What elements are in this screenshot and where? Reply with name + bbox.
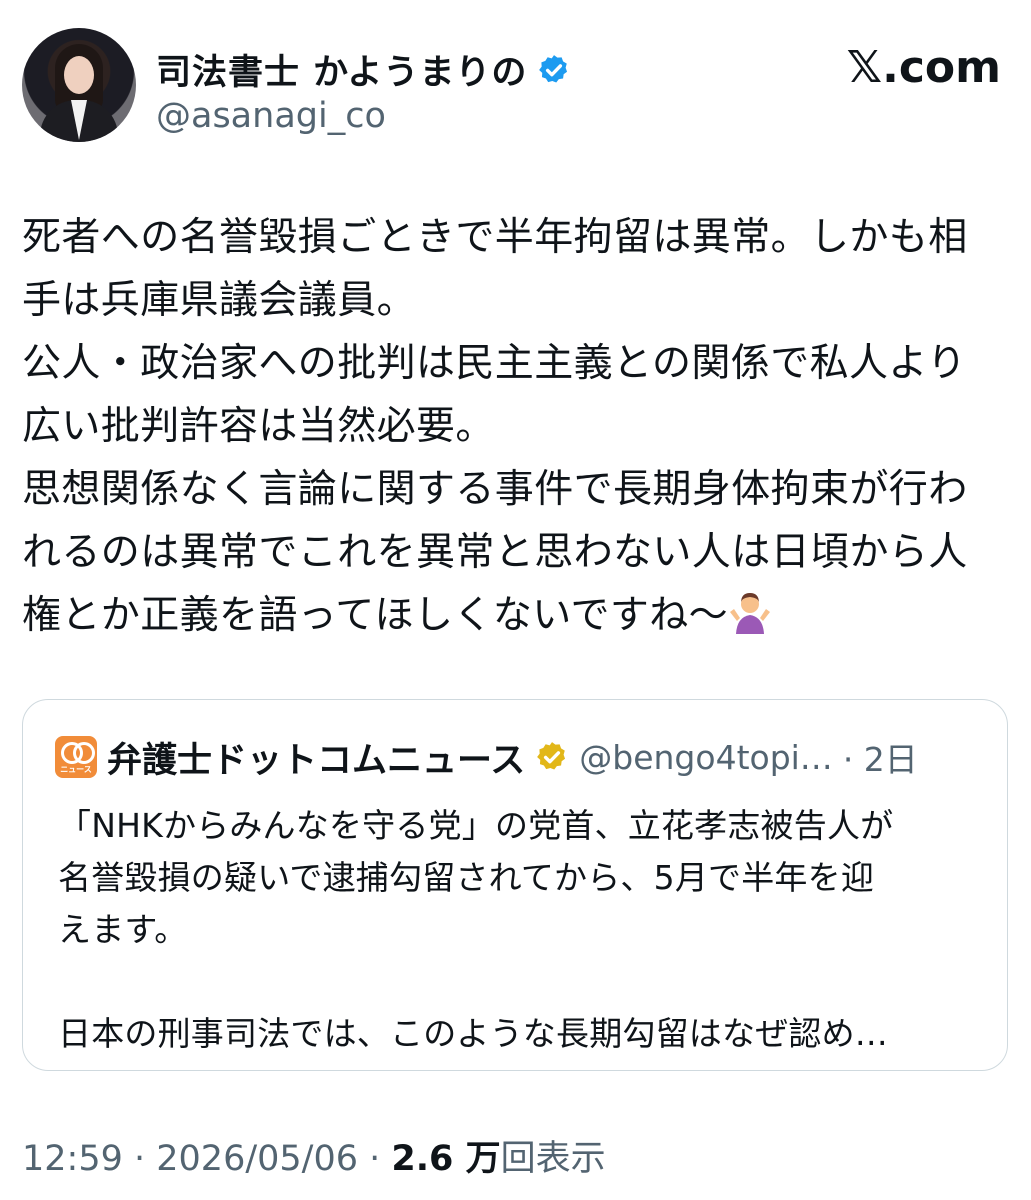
quote-logo-text: ニュース [60, 765, 92, 774]
author-name-row: 司法書士 かようまりの [156, 44, 571, 95]
tweet-body: 死者への名誉毀損ごときで半年拘留は異常。しかも相 手は兵庫県議会議員。 公人・政… [22, 206, 1002, 647]
quote-handle[interactable]: @bengo4topi… [579, 738, 833, 777]
tweet-text: 死者への名誉毀損ごときで半年拘留は異常。しかも相 手は兵庫県議会議員。 公人・政… [22, 215, 968, 638]
x-logo[interactable]: 𝕏.com [847, 42, 1001, 93]
author-handle[interactable]: @asanagi_co [156, 96, 386, 136]
verified-badge-icon [539, 54, 568, 82]
bengo4-logo-icon[interactable]: ニュース [55, 736, 97, 778]
quote-text: 「NHKからみんなを守る党」の党首、立花孝志被告人が 名誉毀損の疑いで逮捕勾留さ… [58, 806, 894, 1053]
meta-separator: · [122, 1139, 157, 1179]
quoted-tweet-card[interactable]: ニュース 弁護士ドットコムニュース @bengo4topi… · 2日 「NHK… [22, 699, 1008, 1071]
avatar[interactable] [22, 28, 136, 142]
person-shrugging-emoji-icon [730, 593, 771, 634]
tweet-time[interactable]: 12:59 [22, 1139, 123, 1179]
quote-time[interactable]: · 2日 [843, 733, 918, 781]
view-label[interactable]: 回表示 [501, 1139, 606, 1179]
tweet-header: 司法書士 かようまりの @asanagi_co 𝕏.com [22, 28, 1001, 148]
tweet-date[interactable]: 2026/05/06 [156, 1139, 358, 1179]
quoted-tweet-header: ニュース 弁護士ドットコムニュース @bengo4topi… · 2日 [55, 732, 985, 782]
tweet-meta: 12:59 · 2026/05/06 · 2.6 万回表示 [22, 1130, 606, 1181]
view-count[interactable]: 2.6 万 [391, 1139, 500, 1179]
quote-display-name[interactable]: 弁護士ドットコムニュース [107, 732, 525, 782]
author-display-name[interactable]: 司法書士 かようまりの [156, 44, 527, 95]
gold-verified-badge-icon [537, 742, 566, 770]
meta-separator: · [358, 1139, 392, 1179]
